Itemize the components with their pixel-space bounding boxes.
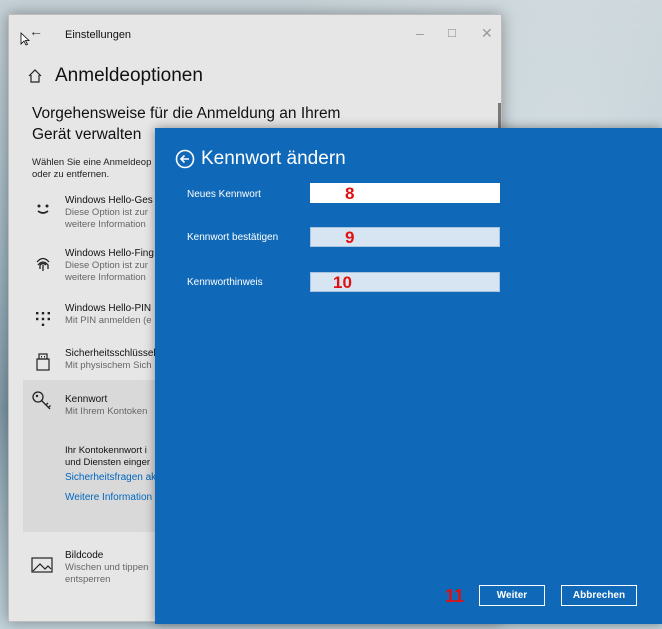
option-title: Bildcode <box>65 550 104 561</box>
option-picture-password[interactable]: Bildcode Wischen und tippen entsperren <box>23 550 163 596</box>
confirm-password-field[interactable]: 9 <box>310 227 500 247</box>
next-button[interactable]: Weiter <box>479 585 545 606</box>
option-desc: Diese Option ist zur weitere Information <box>65 207 148 231</box>
option-kennwort[interactable]: Kennwort Mit Ihrem Kontoken <box>23 380 163 425</box>
option-pin[interactable]: Windows Hello-PIN Mit PIN anmelden (e <box>23 303 163 349</box>
minimize-icon[interactable]: – <box>416 25 424 41</box>
option-desc-line: weitere Information <box>65 272 146 283</box>
new-password-label: Neues Kennwort <box>187 189 261 200</box>
option-title: Windows Hello-Fing <box>65 248 154 259</box>
option-desc-line: Diese Option ist zur <box>65 260 148 271</box>
title-bar: ← Einstellungen – ☐ ✕ <box>9 15 501 53</box>
intro-line-2: oder zu entfernen. <box>32 169 110 180</box>
option-face[interactable]: Windows Hello-Ges Diese Option ist zur w… <box>23 195 163 241</box>
pin-keypad-icon <box>36 312 50 326</box>
option-desc: Mit PIN anmelden (e <box>65 315 152 326</box>
option-desc-line: Wischen und tippen <box>65 562 149 573</box>
security-key-icon <box>36 353 50 371</box>
picture-password-icon <box>31 557 53 573</box>
fingerprint-icon <box>36 257 50 271</box>
option-title: Windows Hello-Ges <box>65 195 153 206</box>
page-title: Anmeldeoptionen <box>55 65 203 86</box>
option-desc-line: weitere Information <box>65 219 146 230</box>
change-password-dialog: Kennwort ändern Neues Kennwort 8 Kennwor… <box>155 128 662 624</box>
option-desc: Wischen und tippen entsperren <box>65 562 148 586</box>
option-desc: Mit Ihrem Kontoken <box>65 406 148 417</box>
body-line: Ihr Kontokennwort i <box>65 445 147 456</box>
option-title: Windows Hello-PIN <box>65 303 152 314</box>
window-title: Einstellungen <box>65 29 132 41</box>
back-arrow-icon[interactable]: ← <box>29 23 43 39</box>
password-hint-field[interactable]: 10 <box>310 272 500 292</box>
cancel-button[interactable]: Abbrechen <box>561 585 637 606</box>
option-desc-line: Diese Option ist zur <box>65 207 148 218</box>
option-title: Sicherheitsschlüssel <box>65 348 156 359</box>
step-marker: 11 <box>445 586 465 606</box>
dialog-title: Kennwort ändern <box>201 148 346 169</box>
security-questions-link[interactable]: Sicherheitsfragen ak <box>65 472 156 483</box>
dialog-header: Kennwort ändern <box>175 148 346 170</box>
option-fingerprint[interactable]: Windows Hello-Fing Diese Option ist zur … <box>23 248 163 294</box>
page-header: Anmeldeoptionen <box>27 65 203 87</box>
step-marker: 9 <box>345 228 355 247</box>
maximize-icon[interactable]: ☐ <box>447 27 457 40</box>
mouse-cursor-icon <box>20 32 30 46</box>
confirm-password-label: Kennwort bestätigen <box>187 232 279 243</box>
option-desc-line: entsperren <box>65 574 111 585</box>
kennwort-body-text: Ihr Kontokennwort i und Diensten einger <box>65 445 150 469</box>
password-hint-label: Kennworthinweis <box>187 277 263 288</box>
body-line: und Diensten einger <box>65 457 151 468</box>
more-info-link[interactable]: Weitere Information <box>65 492 152 503</box>
key-icon <box>32 391 51 410</box>
close-icon[interactable]: ✕ <box>481 25 493 42</box>
smiley-face-icon <box>37 204 49 214</box>
intro-text: Wählen Sie eine Anmeldeop oder zu entfer… <box>32 157 157 181</box>
step-marker: 10 <box>333 273 352 292</box>
back-circle-icon[interactable] <box>175 149 195 169</box>
option-title: Kennwort <box>65 394 108 405</box>
intro-line-1: Wählen Sie eine Anmeldeop <box>32 157 152 168</box>
option-desc: Diese Option ist zur weitere Information <box>65 260 148 284</box>
step-marker: 8 <box>345 184 355 203</box>
option-desc: Mit physischem Sich <box>65 360 152 371</box>
new-password-field[interactable]: 8 <box>310 183 500 203</box>
home-icon[interactable] <box>27 68 43 84</box>
